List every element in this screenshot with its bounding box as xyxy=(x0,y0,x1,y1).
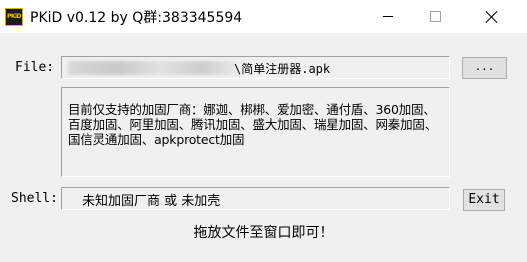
redacted-path xyxy=(68,61,236,75)
shell-result-text: 未知加固厂商 或 未加壳 xyxy=(82,194,221,209)
drop-hint: 拖放文件至窗口即可！ xyxy=(193,225,334,241)
pkid-app-icon: PKiD xyxy=(5,8,23,26)
app-window: PKiD PKiD v0.12 by Q群:383345594 File: \简… xyxy=(0,0,527,262)
supported-vendors-text: 目前仅支持的加固厂商：娜迦、梆梆、爱加密、通付盾、360加固、百度加固、阿里加固… xyxy=(68,102,438,147)
file-path-text: \简单注册器.apk xyxy=(234,62,331,76)
file-path-field[interactable]: \简单注册器.apk xyxy=(61,56,450,79)
close-button[interactable] xyxy=(469,0,515,33)
exit-button[interactable]: Exit xyxy=(463,189,505,211)
shell-label: Shell: xyxy=(11,191,58,206)
minimize-button[interactable] xyxy=(365,0,411,33)
shell-result-field: 未知加固厂商 或 未加壳 xyxy=(61,187,450,210)
supported-vendors-box: 目前仅支持的加固厂商：娜迦、梆梆、爱加密、通付盾、360加固、百度加固、阿里加固… xyxy=(61,87,450,177)
close-icon xyxy=(486,11,498,23)
browse-button[interactable]: ... xyxy=(462,57,507,79)
minimize-icon xyxy=(383,16,393,17)
window-title: PKiD v0.12 by Q群:383345594 xyxy=(30,10,243,26)
maximize-button xyxy=(412,0,458,33)
title-bar[interactable]: PKiD PKiD v0.12 by Q群:383345594 xyxy=(0,0,527,33)
file-label: File: xyxy=(15,60,55,75)
maximize-icon xyxy=(429,11,441,22)
